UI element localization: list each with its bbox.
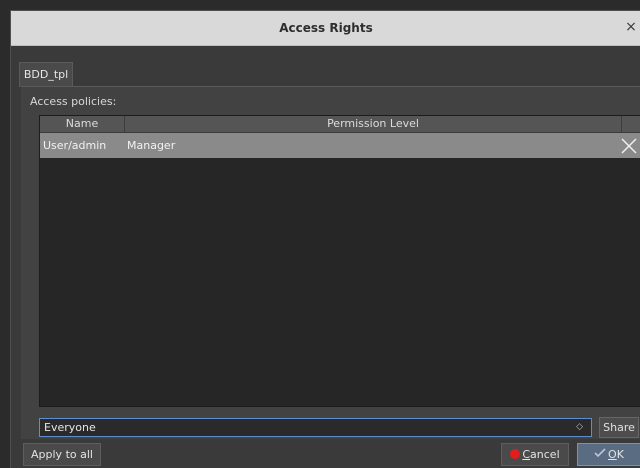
row-name-cell: User/admin xyxy=(43,139,107,152)
ok-mnemonic: O xyxy=(608,448,617,461)
access-rights-window: Access Rights × BDD_tpl Access policies:… xyxy=(10,10,640,468)
titlebar: Access Rights × xyxy=(11,11,640,46)
row-permission-cell[interactable]: Manager xyxy=(127,133,175,158)
table-row[interactable]: User/admin Manager xyxy=(40,133,640,158)
cancel-button[interactable]: Cancel xyxy=(501,443,569,466)
ok-button[interactable]: OK xyxy=(577,443,640,466)
ok-check-icon xyxy=(594,444,606,465)
window-title: Access Rights xyxy=(279,21,373,35)
tab-bdd-tpl[interactable]: BDD_tpl xyxy=(19,62,73,87)
column-header-name[interactable]: Name xyxy=(40,116,125,132)
close-icon[interactable]: × xyxy=(623,19,639,35)
cancel-mnemonic: C xyxy=(522,448,531,461)
ok-label: K xyxy=(616,448,624,461)
apply-to-all-button[interactable]: Apply to all xyxy=(23,443,101,466)
column-header-permission-level[interactable]: Permission Level xyxy=(125,116,622,132)
remove-row-icon[interactable] xyxy=(620,137,638,155)
share-button[interactable]: Share xyxy=(599,417,639,438)
principal-select[interactable]: Everyone ◇ xyxy=(39,418,592,437)
cancel-label: ancel xyxy=(530,448,560,461)
dropdown-arrow-icon: ◇ xyxy=(576,422,583,432)
table-header: Name Permission Level xyxy=(40,116,640,133)
access-policies-label: Access policies: xyxy=(30,95,117,108)
principal-select-value: Everyone xyxy=(44,421,96,434)
cancel-icon xyxy=(510,449,521,459)
policies-table: Name Permission Level User/admin Manager xyxy=(39,115,640,407)
tab-panel: Access policies: Name Permission Level U… xyxy=(21,86,640,439)
dialog-content: BDD_tpl Access policies: Name Permission… xyxy=(11,46,640,468)
